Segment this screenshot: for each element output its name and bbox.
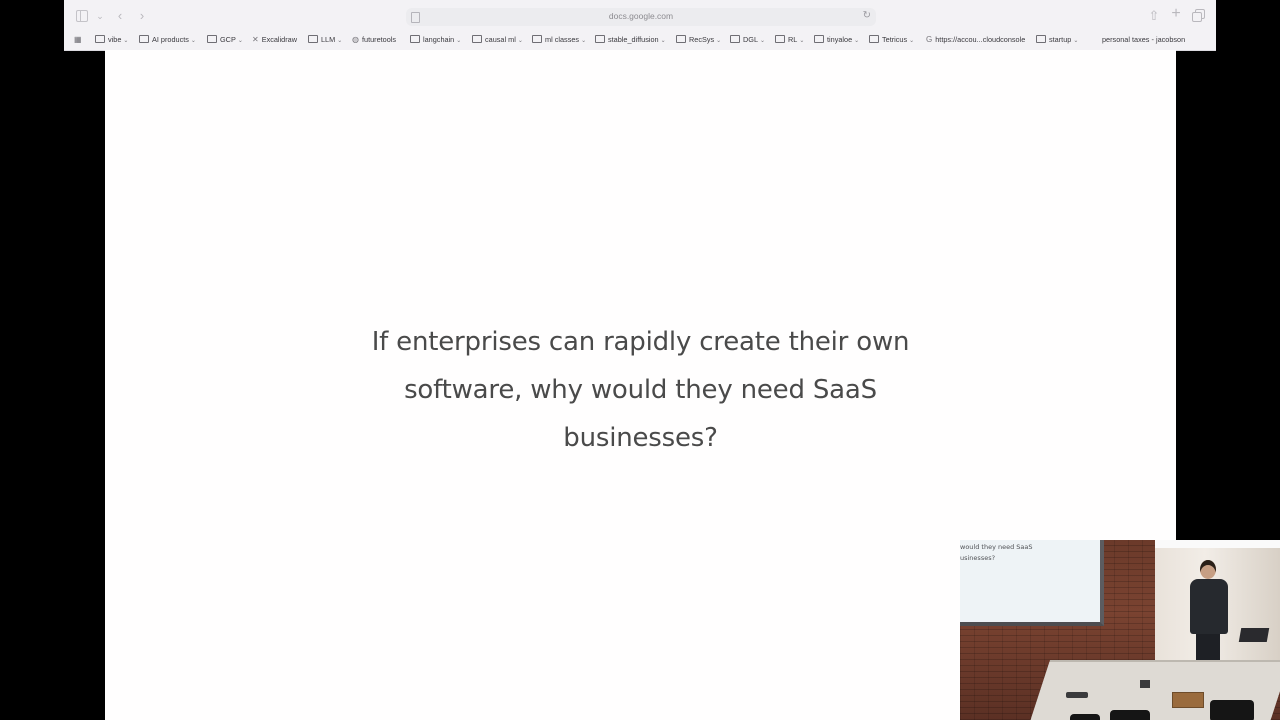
address-url: docs.google.com <box>608 11 674 21</box>
bookmark-label: DGL <box>743 35 759 44</box>
bookmark-link[interactable]: ◍ futuretools <box>352 34 396 46</box>
bookmark-folder[interactable]: RecSys ⌄ <box>676 34 721 46</box>
sidebar-toggle-icon[interactable] <box>76 9 88 23</box>
chair <box>1210 700 1254 720</box>
browser-chrome: ⌄ ‹ › docs.google.com ↻ ⇧ + ▦ vibe ⌄ AI p… <box>64 0 1216 51</box>
bookmark-folder[interactable]: ml classes ⌄ <box>532 34 586 46</box>
share-icon[interactable]: ⇧ <box>1148 9 1160 23</box>
bookmark-folder[interactable]: startup ⌄ <box>1036 34 1078 46</box>
bookmark-label: ml classes <box>545 35 580 44</box>
slide-text-line: If enterprises can rapidly create their … <box>371 327 910 357</box>
bookmark-label: LLM <box>321 35 336 44</box>
bookmark-label: Excalidraw <box>261 35 297 44</box>
bookmark-label: https://accou...cloudconsole <box>935 35 1026 44</box>
chair <box>1110 710 1150 720</box>
bookmark-label: langchain <box>423 35 455 44</box>
folder-icon <box>814 35 824 43</box>
forward-arrow-icon[interactable]: › <box>136 9 148 23</box>
bookmark-link[interactable]: ✕ Excalidraw <box>252 34 297 46</box>
slide-text-line: businesses? <box>563 423 718 453</box>
chevron-down-icon: ⌄ <box>190 38 196 44</box>
chevron-down-icon: ⌄ <box>909 38 915 44</box>
bookmark-folder[interactable]: Tetricus ⌄ <box>869 34 914 46</box>
bookmark-folder[interactable]: LLM ⌄ <box>308 34 342 46</box>
bookmark-link[interactable]: personal taxes - jacobson <box>1102 34 1185 46</box>
folder-icon <box>1036 35 1046 43</box>
folder-icon <box>595 35 605 43</box>
bookmark-folder[interactable]: stable_diffusion ⌄ <box>595 34 666 46</box>
wooden-box <box>1172 692 1204 708</box>
chevron-down-icon: ⌄ <box>799 38 805 44</box>
desk-item <box>1066 692 1088 698</box>
chevron-down-icon: ⌄ <box>854 38 860 44</box>
bookmark-label: RL <box>788 35 798 44</box>
bookmark-label: Tetricus <box>882 35 908 44</box>
bookmark-folder[interactable]: tinyaloe ⌄ <box>814 34 859 46</box>
bookmark-label: GCP <box>220 35 236 44</box>
address-bar[interactable]: docs.google.com ↻ <box>406 8 876 26</box>
folder-icon <box>532 35 542 43</box>
bookmark-folder[interactable]: AI products ⌄ <box>139 34 196 46</box>
bookmark-folder[interactable]: langchain ⌄ <box>410 34 461 46</box>
bookmark-label: vibe <box>108 35 122 44</box>
chevron-down-icon: ⌄ <box>716 38 722 44</box>
folder-icon <box>308 35 318 43</box>
chevron-down-icon: ⌄ <box>123 38 129 44</box>
globe-icon: ◍ <box>352 35 359 44</box>
speaker-body <box>1190 579 1228 634</box>
back-arrow-icon[interactable]: ‹ <box>114 9 126 23</box>
bookmark-folder[interactable]: GCP ⌄ <box>207 34 243 46</box>
folder-icon <box>730 35 740 43</box>
bookmark-label: stable_diffusion <box>608 35 659 44</box>
bookmark-label: startup <box>1049 35 1072 44</box>
chair <box>1070 714 1100 720</box>
projected-text: would they need SaaS usinesses? <box>960 542 1033 564</box>
speaker-head <box>1200 560 1216 579</box>
reload-icon[interactable]: ↻ <box>863 10 871 21</box>
bookmark-label: tinyaloe <box>827 35 853 44</box>
slide-question: If enterprises can rapidly create their … <box>105 318 1176 462</box>
chevron-down-icon: ⌄ <box>237 38 243 44</box>
folder-icon <box>775 35 785 43</box>
projected-text-line: usinesses? <box>960 554 996 562</box>
bookmark-label: futuretools <box>361 35 397 44</box>
folder-icon <box>410 35 420 43</box>
projector-screen: would they need SaaS usinesses? <box>960 540 1104 626</box>
folder-icon <box>95 35 105 43</box>
bookmark-folder[interactable]: DGL ⌄ <box>730 34 765 46</box>
slide-text-line: software, why would they need SaaS <box>404 375 877 405</box>
bookmark-label: RecSys <box>689 35 715 44</box>
chevron-down-icon: ⌄ <box>660 38 666 44</box>
laptop <box>1238 628 1270 642</box>
chevron-down-icon: ⌄ <box>517 38 523 44</box>
excalidraw-icon: ✕ <box>252 35 259 44</box>
bookmark-folder[interactable]: vibe ⌄ <box>95 34 128 46</box>
grid-icon[interactable]: ▦ <box>74 35 82 44</box>
google-icon: G <box>926 35 933 44</box>
bookmark-label: personal taxes - jacobson <box>1102 35 1186 44</box>
folder-icon <box>472 35 482 43</box>
chevron-down-icon: ⌄ <box>581 38 587 44</box>
bookmarks-bar: ▦ vibe ⌄ AI products ⌄ GCP ⌄ ✕ Excalidraw LL… <box>64 32 1216 47</box>
speaker-video: would they need SaaS usinesses? <box>960 540 1280 720</box>
chevron-down-icon[interactable]: ⌄ <box>95 9 105 23</box>
folder-icon <box>139 35 149 43</box>
tab-overview-icon[interactable] <box>1192 9 1205 23</box>
new-tab-icon[interactable]: + <box>1170 6 1182 22</box>
folder-icon <box>207 35 217 43</box>
browser-toolbar: ⌄ ‹ › docs.google.com ↻ ⇧ + <box>64 0 1216 32</box>
chevron-down-icon: ⌄ <box>760 38 766 44</box>
bookmark-folder[interactable]: RL ⌄ <box>775 34 804 46</box>
bookmark-label: causal ml <box>485 35 516 44</box>
bookmark-folder[interactable]: causal ml ⌄ <box>472 34 523 46</box>
desk-item <box>1140 680 1150 688</box>
folder-icon <box>676 35 686 43</box>
bookmark-label: AI products <box>152 35 189 44</box>
chevron-down-icon: ⌄ <box>1073 38 1079 44</box>
projected-text-line: would they need SaaS <box>960 543 1033 551</box>
bookmark-link[interactable]: Ghttps://accou...cloudconsole <box>926 34 1025 46</box>
folder-icon <box>869 35 879 43</box>
chevron-down-icon: ⌄ <box>337 38 343 44</box>
chevron-down-icon: ⌄ <box>456 38 462 44</box>
